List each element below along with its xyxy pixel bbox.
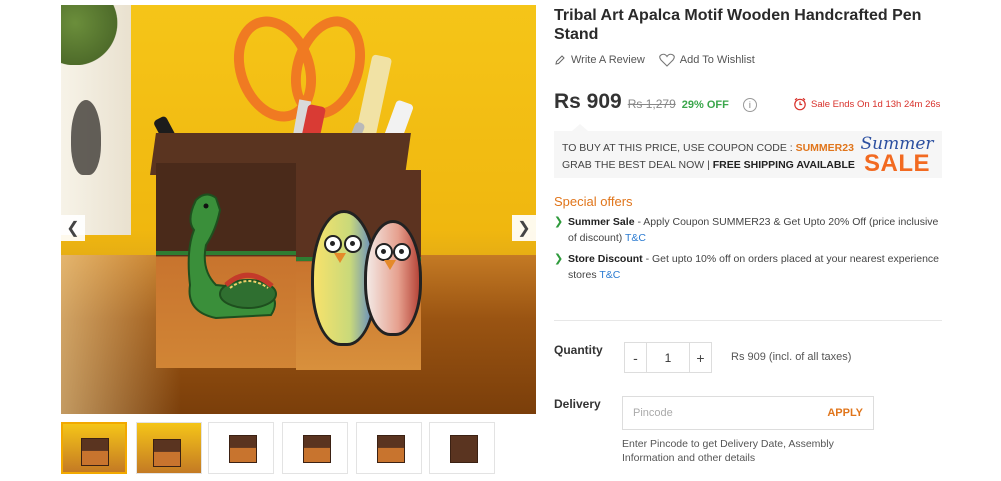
pincode-input[interactable] <box>623 407 828 419</box>
section-divider <box>554 320 942 321</box>
offer-name: Store Discount <box>568 253 643 265</box>
current-price: Rs 909 <box>554 90 622 113</box>
quantity-decrease-button[interactable]: - <box>624 342 647 373</box>
free-shipping-text: FREE SHIPPING AVAILABLE <box>712 159 855 171</box>
summer-sale-big: SALE <box>863 150 930 177</box>
write-review-link[interactable]: Write A Review <box>554 54 645 66</box>
sale-countdown: Sale Ends On 1d 13h 24m 26s <box>793 97 940 111</box>
offer-item: ❯ Store Discount - Get upto 10% off on o… <box>554 251 944 283</box>
pencil-icon <box>555 55 565 65</box>
offer-name: Summer Sale <box>568 216 635 228</box>
product-title: Tribal Art Apalca Motif Wooden Handcraft… <box>554 7 922 43</box>
quantity-total-price: Rs 909 (incl. of all taxes) <box>731 351 852 363</box>
thumbnail-strip <box>61 422 541 477</box>
chevron-right-icon: ❯ <box>554 253 564 265</box>
delivery-label: Delivery <box>554 397 601 411</box>
coupon-banner: TO BUY AT THIS PRICE, USE COUPON CODE : … <box>554 124 942 178</box>
coupon-code[interactable]: SUMMER23 <box>796 142 854 154</box>
gallery-next-button[interactable]: ❯ <box>512 215 536 241</box>
quantity-label: Quantity <box>554 343 603 357</box>
price-row: Rs 909 Rs 1,279 29% OFF i <box>554 90 757 114</box>
offer-terms-link[interactable]: T&C <box>599 269 620 281</box>
gallery-prev-button[interactable]: ❮ <box>61 215 85 241</box>
offer-terms-link[interactable]: T&C <box>625 232 646 244</box>
pincode-help-text: Enter Pincode to get Delivery Date, Asse… <box>622 438 834 464</box>
thumbnail-1[interactable] <box>61 422 127 474</box>
info-icon[interactable]: i <box>742 98 757 112</box>
chevron-right-icon: ❯ <box>554 216 564 228</box>
bird-motif-pink <box>364 220 422 336</box>
quantity-stepper: - 1 + <box>624 342 712 373</box>
alarm-clock-icon <box>794 97 806 111</box>
product-main-image[interactable] <box>61 5 536 414</box>
background-plant <box>61 5 131 65</box>
quantity-value[interactable]: 1 <box>647 342 689 373</box>
write-review-label: Write A Review <box>571 54 645 66</box>
apply-pincode-button[interactable]: APPLY <box>827 407 873 419</box>
pincode-field: APPLY <box>622 396 874 430</box>
discount-percent: 29% OFF <box>681 99 729 111</box>
offer-item: ❯ Summer Sale - Apply Coupon SUMMER23 & … <box>554 214 944 246</box>
quantity-increase-button[interactable]: + <box>689 342 712 373</box>
summer-sale-logo: Summer SALE <box>854 131 940 177</box>
thumbnail-3[interactable] <box>208 422 274 474</box>
thumbnail-6[interactable] <box>429 422 495 474</box>
deal-text: GRAB THE BEST DEAL NOW | <box>562 159 713 171</box>
sale-countdown-text: Sale Ends On 1d 13h 24m 26s <box>811 98 941 110</box>
special-offers-heading: Special offers <box>554 194 633 209</box>
coupon-instruction: TO BUY AT THIS PRICE, USE COUPON CODE : <box>562 142 796 154</box>
camel-motif <box>187 193 277 320</box>
heart-icon <box>658 53 675 67</box>
thumbnail-4[interactable] <box>282 422 348 474</box>
thumbnail-5[interactable] <box>356 422 422 474</box>
thumbnail-2[interactable] <box>136 422 202 474</box>
add-wishlist-label: Add To Wishlist <box>679 54 755 66</box>
review-wishlist-row: Write A Review Add To Wishlist <box>554 53 755 67</box>
original-price: Rs 1,279 <box>627 97 676 111</box>
add-wishlist-link[interactable]: Add To Wishlist <box>658 53 755 67</box>
